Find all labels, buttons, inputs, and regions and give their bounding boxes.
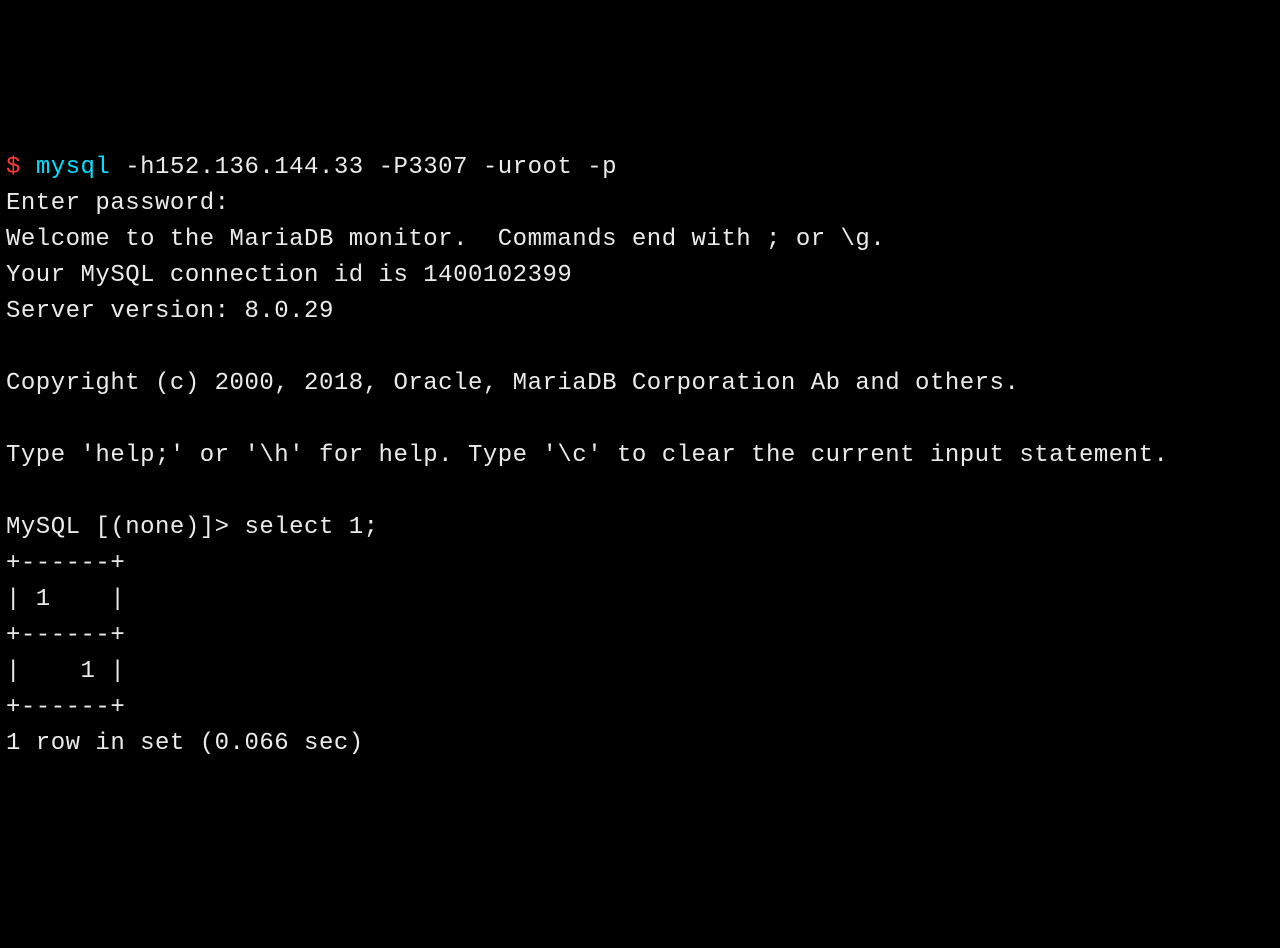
- command-name: mysql: [36, 154, 111, 181]
- table-border-mid: +------+: [6, 622, 125, 649]
- terminal-output[interactable]: $ mysql -h152.136.144.33 -P3307 -uroot -…: [6, 150, 1274, 762]
- server-version-line: Server version: 8.0.29: [6, 298, 334, 325]
- enter-password-line: Enter password:: [6, 190, 230, 217]
- command-args: -h152.136.144.33 -P3307 -uroot -p: [110, 154, 617, 181]
- shell-prompt: $: [6, 154, 21, 181]
- help-line: Type 'help;' or '\h' for help. Type '\c'…: [6, 442, 1168, 469]
- copyright-line: Copyright (c) 2000, 2018, Oracle, MariaD…: [6, 370, 1019, 397]
- table-data-row: | 1 |: [6, 658, 125, 685]
- table-header-row: | 1 |: [6, 586, 125, 613]
- result-summary: 1 row in set (0.066 sec): [6, 730, 364, 757]
- mysql-prompt: MySQL [(none)]>: [6, 514, 244, 541]
- table-border-top: +------+: [6, 550, 125, 577]
- connection-id-line: Your MySQL connection id is 1400102399: [6, 262, 572, 289]
- table-border-bottom: +------+: [6, 694, 125, 721]
- sql-query: select 1;: [244, 514, 378, 541]
- welcome-line: Welcome to the MariaDB monitor. Commands…: [6, 226, 885, 253]
